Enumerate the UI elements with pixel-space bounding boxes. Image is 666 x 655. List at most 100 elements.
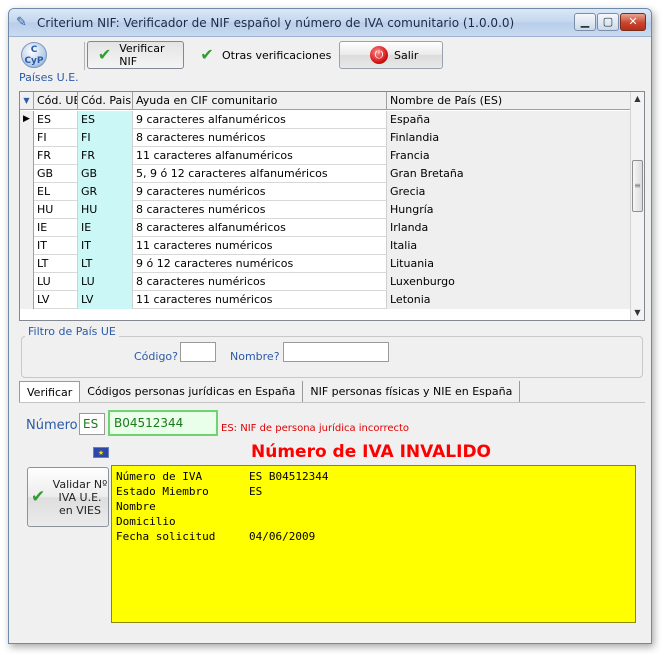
cell-nombre[interactable]: España <box>387 111 632 129</box>
table-row[interactable]: HU HU 8 caracteres numéricos Hungría <box>20 201 632 219</box>
table-row[interactable]: LV LV 11 caracteres numéricos Letonia <box>20 291 632 309</box>
row-indicator-icon <box>20 273 34 291</box>
cell-cod-ue[interactable]: ES <box>34 111 78 129</box>
table-row[interactable]: FR FR 11 caracteres alfanuméricos Francia <box>20 147 632 165</box>
tab-divider <box>19 402 645 403</box>
table-row[interactable]: LU LU 8 caracteres numéricos Luxenburgo <box>20 273 632 291</box>
column-header-nombre[interactable]: Nombre de País (ES) <box>387 92 632 110</box>
cell-cod-pais[interactable]: FR <box>78 147 133 165</box>
result-value: 04/06/2009 <box>249 530 316 543</box>
scroll-down-arrow-icon[interactable]: ▼ <box>631 306 644 320</box>
otras-verificaciones-button[interactable]: ✔ Otras verificaciones <box>189 41 334 69</box>
cell-nombre[interactable]: Finlandia <box>387 129 632 147</box>
result-panel: Número de IVA ES B04512344 Estado Miembro E… <box>111 465 636 623</box>
cell-cod-ue[interactable]: EL <box>34 183 78 201</box>
result-line: Estado Miembro ES <box>116 484 631 499</box>
cell-ayuda[interactable]: 5, 9 ó 12 caracteres alfanuméricos <box>133 165 387 183</box>
table-row[interactable]: ▶ ES ES 9 caracteres alfanuméricos España <box>20 111 632 129</box>
cell-cod-pais[interactable]: ES <box>78 111 133 129</box>
cell-cod-ue[interactable]: IE <box>34 219 78 237</box>
paises-grid[interactable]: ▼ Cód. UE Cód. Pais Ayuda en CIF comunit… <box>19 91 645 321</box>
table-row[interactable]: GB GB 5, 9 ó 12 caracteres alfanuméricos Gr… <box>20 165 632 183</box>
title-bar[interactable]: ✎ Criterium NIF: Verificador de NIF espa… <box>9 9 651 37</box>
cell-cod-pais[interactable]: IT <box>78 237 133 255</box>
cell-ayuda[interactable]: 9 caracteres alfanuméricos <box>133 111 387 129</box>
cell-cod-pais[interactable]: GB <box>78 165 133 183</box>
window-title: Criterium NIF: Verificador de NIF españo… <box>37 16 515 30</box>
column-header-cod-pais[interactable]: Cód. Pais <box>78 92 133 110</box>
scroll-thumb[interactable]: ≡ <box>632 160 643 212</box>
tab-verificar[interactable]: Verificar <box>19 381 81 403</box>
cell-cod-ue[interactable]: LV <box>34 291 78 309</box>
cell-cod-pais[interactable]: FI <box>78 129 133 147</box>
column-header-cod-ue[interactable]: Cód. UE <box>34 92 78 110</box>
cell-ayuda[interactable]: 11 caracteres alfanuméricos <box>133 147 387 165</box>
maximize-button[interactable]: ▢ <box>597 13 619 31</box>
cell-cod-ue[interactable]: LU <box>34 273 78 291</box>
cell-nombre[interactable]: Gran Bretaña <box>387 165 632 183</box>
cell-ayuda[interactable]: 8 caracteres alfanuméricos <box>133 219 387 237</box>
cell-nombre[interactable]: Letonia <box>387 291 632 309</box>
table-row[interactable]: EL GR 9 caracteres numéricos Grecia <box>20 183 632 201</box>
table-row[interactable]: IE IE 8 caracteres alfanuméricos Irlanda <box>20 219 632 237</box>
cell-nombre[interactable]: Hungría <box>387 201 632 219</box>
column-header-ayuda[interactable]: Ayuda en CIF comunitario <box>133 92 387 110</box>
minimize-button[interactable]: ▁ <box>574 13 596 31</box>
validar-vies-label: Validar Nº IVA U.E. en VIES <box>52 478 108 517</box>
result-line: Domicilio <box>116 514 631 529</box>
cell-nombre[interactable]: Italia <box>387 237 632 255</box>
close-icon: ✕ <box>628 15 638 28</box>
cell-cod-pais[interactable]: GR <box>78 183 133 201</box>
nombre-input[interactable] <box>283 342 389 362</box>
cell-nombre[interactable]: Irlanda <box>387 219 632 237</box>
close-button[interactable]: ✕ <box>620 13 646 31</box>
cell-cod-ue[interactable]: IT <box>34 237 78 255</box>
nif-input[interactable]: B04512344 <box>108 410 218 436</box>
row-indicator-icon <box>20 201 34 219</box>
cell-cod-pais[interactable]: HU <box>78 201 133 219</box>
cell-nombre[interactable]: Francia <box>387 147 632 165</box>
cell-nombre[interactable]: Lituania <box>387 255 632 273</box>
cell-ayuda[interactable]: 9 caracteres numéricos <box>133 183 387 201</box>
codigo-label: Código? <box>134 350 178 363</box>
codigo-input[interactable] <box>180 342 216 362</box>
cell-cod-pais[interactable]: LV <box>78 291 133 309</box>
cell-cod-ue[interactable]: FI <box>34 129 78 147</box>
cell-cod-pais[interactable]: IE <box>78 219 133 237</box>
table-row[interactable]: FI FI 8 caracteres numéricos Finlandia <box>20 129 632 147</box>
cell-ayuda[interactable]: 8 caracteres numéricos <box>133 273 387 291</box>
cell-ayuda[interactable]: 9 ó 12 caracteres numéricos <box>133 255 387 273</box>
cell-cod-ue[interactable]: GB <box>34 165 78 183</box>
error-message: ES: NIF de persona jurídica incorrecto <box>221 423 410 434</box>
tab-nif-personas-fisicas[interactable]: NIF personas físicas y NIE en España <box>303 381 521 403</box>
cell-nombre[interactable]: Luxenburgo <box>387 273 632 291</box>
cell-ayuda[interactable]: 11 caracteres numéricos <box>133 291 387 309</box>
salir-button[interactable]: ⏻ Salir <box>339 41 443 69</box>
cell-ayuda[interactable]: 8 caracteres numéricos <box>133 201 387 219</box>
cell-nombre[interactable]: Grecia <box>387 183 632 201</box>
table-row[interactable]: LT LT 9 ó 12 caracteres numéricos Lituania <box>20 255 632 273</box>
validar-vies-button[interactable]: ✔ Validar Nº IVA U.E. en VIES <box>27 467 109 527</box>
filtro-title: Filtro de País UE <box>25 325 119 338</box>
cell-cod-pais[interactable]: LT <box>78 255 133 273</box>
minimize-icon: ▁ <box>580 15 590 28</box>
tab-codigos-personas-juridicas[interactable]: Códigos personas jurídicas en España <box>80 381 304 403</box>
cell-cod-pais[interactable]: LU <box>78 273 133 291</box>
table-row[interactable]: IT IT 11 caracteres numéricos Italia <box>20 237 632 255</box>
cell-cod-ue[interactable]: LT <box>34 255 78 273</box>
cell-cod-ue[interactable]: HU <box>34 201 78 219</box>
checkmark-icon: ✔ <box>200 45 214 64</box>
cell-cod-ue[interactable]: FR <box>34 147 78 165</box>
grid-vertical-scrollbar[interactable]: ▲ ≡ ▼ <box>630 92 644 320</box>
otras-verificaciones-label: Otras verificaciones <box>222 48 332 62</box>
cell-ayuda[interactable]: 8 caracteres numéricos <box>133 129 387 147</box>
sort-down-icon[interactable]: ▼ <box>20 92 34 110</box>
scroll-up-arrow-icon[interactable]: ▲ <box>631 92 644 106</box>
row-indicator-icon <box>20 165 34 183</box>
cell-ayuda[interactable]: 11 caracteres numéricos <box>133 237 387 255</box>
verificar-nif-button[interactable]: ✔ Verificar NIF <box>87 41 184 69</box>
grid-header: ▼ Cód. UE Cód. Pais Ayuda en CIF comunit… <box>20 92 632 110</box>
country-code-input[interactable]: ES <box>79 413 105 435</box>
maximize-icon: ▢ <box>602 15 614 28</box>
result-value: ES B04512344 <box>249 470 329 483</box>
